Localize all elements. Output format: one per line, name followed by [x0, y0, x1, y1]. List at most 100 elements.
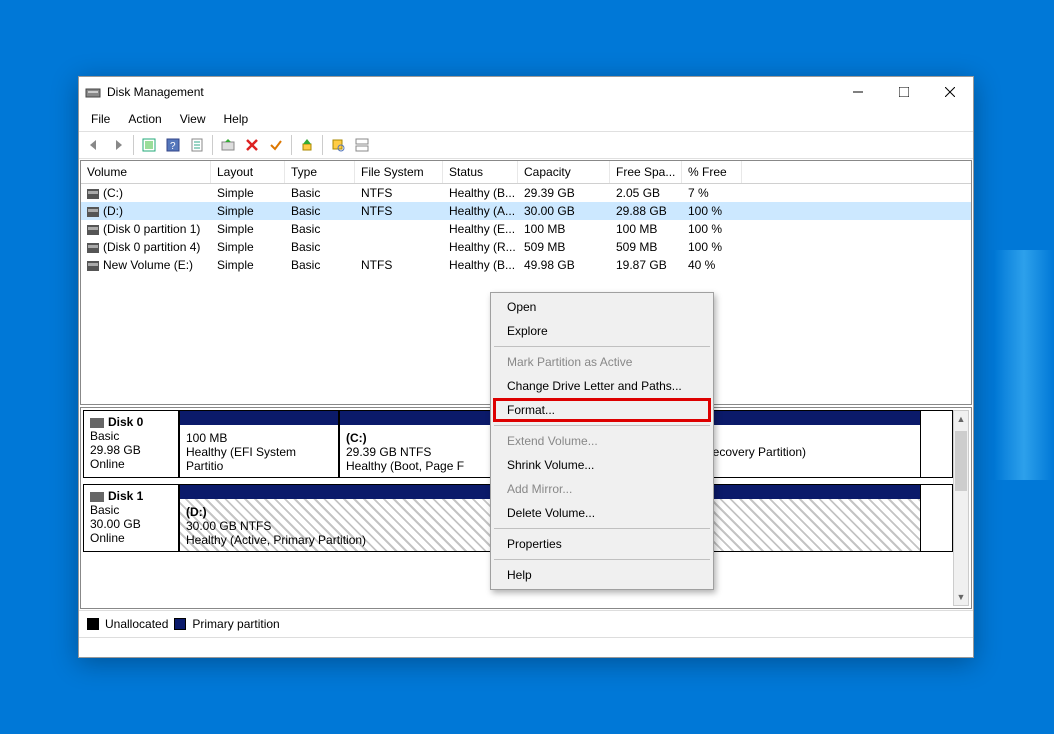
legend-label-unallocated: Unallocated	[105, 617, 168, 631]
checkmark-button[interactable]	[265, 134, 287, 156]
menu-file[interactable]: File	[83, 109, 118, 129]
partition[interactable]: 100 MBHealthy (EFI System Partitio	[179, 411, 339, 477]
table-cell: 100 %	[682, 220, 742, 238]
help-button[interactable]: ?	[162, 134, 184, 156]
legend-label-primary: Primary partition	[192, 617, 279, 631]
properties-button[interactable]	[186, 134, 208, 156]
legend: Unallocated Primary partition	[79, 610, 973, 637]
drive-icon	[87, 243, 99, 253]
table-cell: NTFS	[355, 256, 443, 274]
disk-info[interactable]: Disk 0Basic29.98 GBOnline	[83, 410, 179, 478]
find-button[interactable]	[327, 134, 349, 156]
table-cell: 7 %	[682, 184, 742, 202]
delete-button[interactable]	[241, 134, 263, 156]
table-cell: 100 %	[682, 202, 742, 220]
titlebar[interactable]: Disk Management	[79, 77, 973, 107]
toolbar-separator	[212, 135, 213, 155]
table-row[interactable]: (Disk 0 partition 4)SimpleBasicHealthy (…	[81, 238, 971, 256]
table-header: Volume Layout Type File System Status Ca…	[81, 161, 971, 184]
table-cell: Basic	[285, 256, 355, 274]
table-cell: 29.39 GB	[518, 184, 610, 202]
table-row[interactable]: New Volume (E:)SimpleBasicNTFSHealthy (B…	[81, 256, 971, 274]
context-menu-item[interactable]: Shrink Volume...	[493, 453, 711, 477]
table-row[interactable]: (D:)SimpleBasicNTFSHealthy (A...30.00 GB…	[81, 202, 971, 220]
table-cell: (C:)	[81, 184, 211, 202]
context-menu-item: Mark Partition as Active	[493, 350, 711, 374]
col-filesystem[interactable]: File System	[355, 161, 443, 183]
table-cell: Healthy (B...	[443, 184, 518, 202]
vertical-scrollbar[interactable]: ▲ ▼	[953, 410, 969, 606]
disk-icon	[90, 492, 104, 502]
col-layout[interactable]: Layout	[211, 161, 285, 183]
table-cell: Simple	[211, 220, 285, 238]
refresh-button[interactable]	[138, 134, 160, 156]
menu-action[interactable]: Action	[120, 109, 169, 129]
col-pctfree[interactable]: % Free	[682, 161, 742, 183]
partition-header-bar	[180, 411, 338, 425]
menu-help[interactable]: Help	[216, 109, 257, 129]
context-menu-item: Add Mirror...	[493, 477, 711, 501]
context-menu-separator	[494, 528, 710, 529]
context-menu-separator	[494, 346, 710, 347]
table-cell: NTFS	[355, 202, 443, 220]
table-cell: (Disk 0 partition 1)	[81, 220, 211, 238]
table-cell: NTFS	[355, 184, 443, 202]
statusbar	[79, 637, 973, 657]
table-row[interactable]: (Disk 0 partition 1)SimpleBasicHealthy (…	[81, 220, 971, 238]
action-refresh-button[interactable]	[217, 134, 239, 156]
context-menu-item[interactable]: Explore	[493, 319, 711, 343]
col-type[interactable]: Type	[285, 161, 355, 183]
disk-info[interactable]: Disk 1Basic30.00 GBOnline	[83, 484, 179, 552]
toolbar-separator	[133, 135, 134, 155]
up-button[interactable]	[296, 134, 318, 156]
context-menu-item[interactable]: Format...	[493, 398, 711, 422]
table-cell: 19.87 GB	[610, 256, 682, 274]
scroll-up-arrow[interactable]: ▲	[954, 411, 968, 427]
context-menu-item[interactable]: Delete Volume...	[493, 501, 711, 525]
context-menu-separator	[494, 425, 710, 426]
table-cell: Healthy (A...	[443, 202, 518, 220]
legend-swatch-unallocated	[87, 618, 99, 630]
col-capacity[interactable]: Capacity	[518, 161, 610, 183]
col-volume[interactable]: Volume	[81, 161, 211, 183]
scroll-thumb[interactable]	[955, 431, 967, 491]
col-status[interactable]: Status	[443, 161, 518, 183]
table-cell: Simple	[211, 256, 285, 274]
context-menu-item[interactable]: Help	[493, 563, 711, 587]
table-cell: Basic	[285, 202, 355, 220]
table-cell: (Disk 0 partition 4)	[81, 238, 211, 256]
drive-icon	[87, 261, 99, 271]
table-cell: New Volume (E:)	[81, 256, 211, 274]
table-cell: 509 MB	[518, 238, 610, 256]
context-menu-item[interactable]: Open	[493, 295, 711, 319]
menu-view[interactable]: View	[172, 109, 214, 129]
table-cell: 40 %	[682, 256, 742, 274]
context-menu-item[interactable]: Change Drive Letter and Paths...	[493, 374, 711, 398]
toolbar: ?	[79, 131, 973, 159]
table-cell: 100 %	[682, 238, 742, 256]
context-menu-item[interactable]: Properties	[493, 532, 711, 556]
app-icon	[85, 84, 101, 100]
table-cell: Healthy (B...	[443, 256, 518, 274]
menubar: File Action View Help	[79, 107, 973, 131]
minimize-button[interactable]	[835, 77, 881, 107]
table-cell: 509 MB	[610, 238, 682, 256]
drive-icon	[87, 207, 99, 217]
table-row[interactable]: (C:)SimpleBasicNTFSHealthy (B...29.39 GB…	[81, 184, 971, 202]
maximize-button[interactable]	[881, 77, 927, 107]
close-button[interactable]	[927, 77, 973, 107]
context-menu-separator	[494, 559, 710, 560]
disk-icon	[90, 418, 104, 428]
svg-text:?: ?	[170, 141, 176, 152]
layout-button[interactable]	[351, 134, 373, 156]
context-menu: OpenExplore Mark Partition as ActiveChang…	[490, 292, 714, 590]
back-button[interactable]	[83, 134, 105, 156]
table-cell: Simple	[211, 238, 285, 256]
window-title: Disk Management	[107, 85, 835, 99]
table-cell: 100 MB	[610, 220, 682, 238]
forward-button[interactable]	[107, 134, 129, 156]
col-freespace[interactable]: Free Spa...	[610, 161, 682, 183]
table-cell: Healthy (R...	[443, 238, 518, 256]
scroll-down-arrow[interactable]: ▼	[954, 589, 968, 605]
table-cell: 2.05 GB	[610, 184, 682, 202]
